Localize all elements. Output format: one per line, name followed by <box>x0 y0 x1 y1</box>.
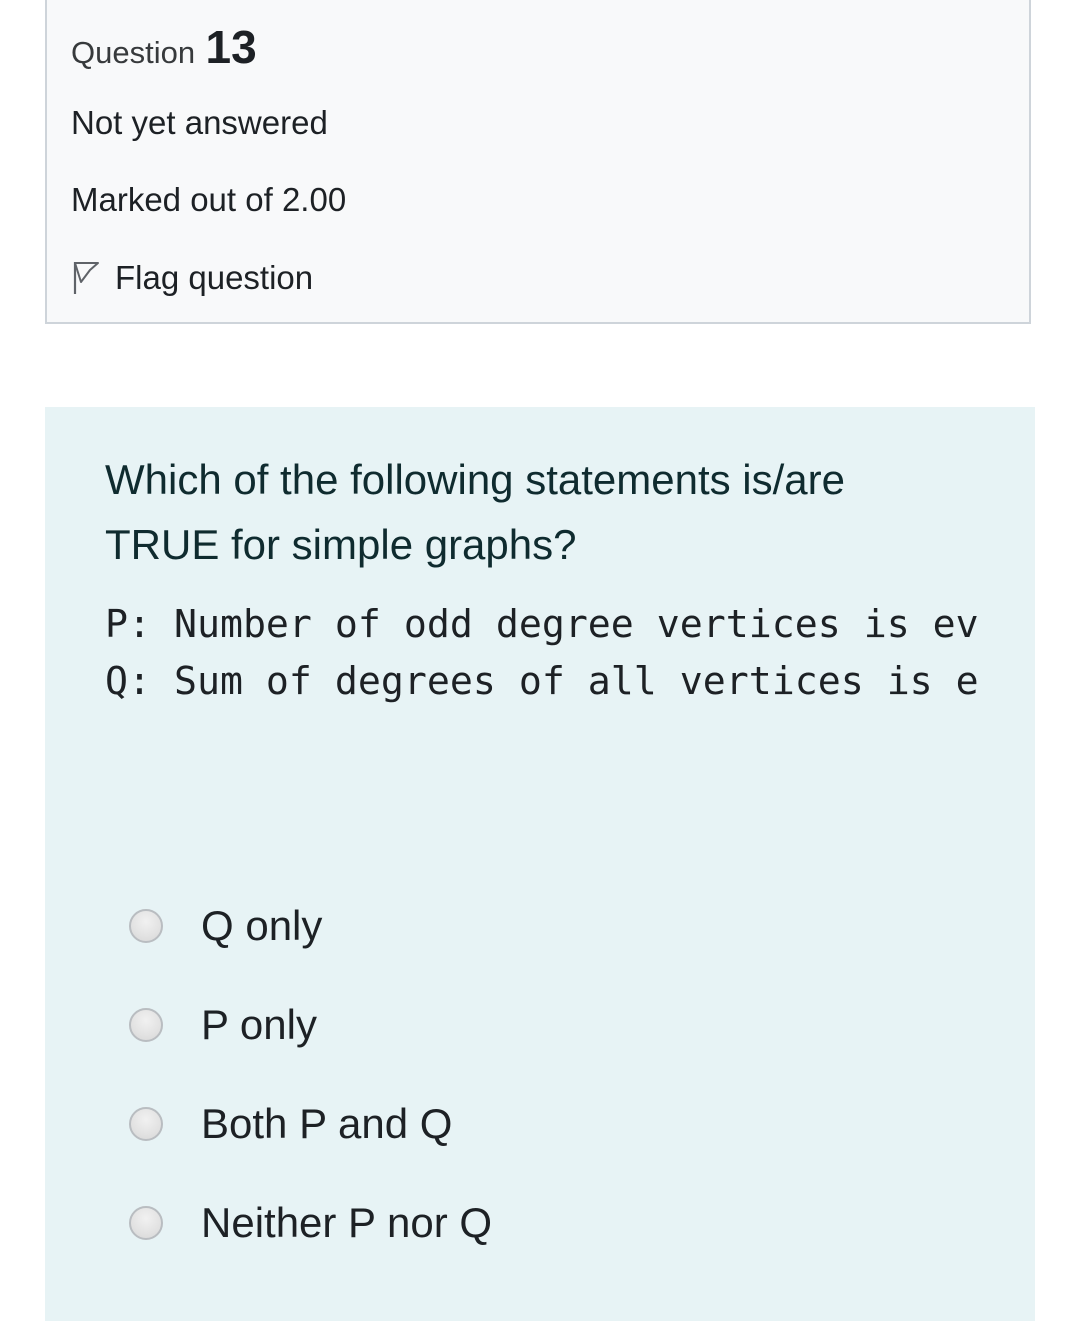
statement-block: P: Number of odd degree vertices is even… <box>105 597 977 711</box>
question-heading: Question 13 <box>71 20 257 74</box>
question-text: Which of the following statements is/are… <box>105 456 846 568</box>
question-formulation: Which of the following statements is/are… <box>45 407 1035 1321</box>
statement-q: Q: Sum of degrees of all vertices is eve… <box>105 660 977 704</box>
answer-label[interactable]: Neither P nor Q <box>201 1199 492 1247</box>
answer-label[interactable]: P only <box>201 1001 317 1049</box>
answer-option-both[interactable]: Both P and Q <box>129 1094 452 1154</box>
question-label: Question <box>71 35 196 70</box>
answer-label[interactable]: Q only <box>201 902 322 950</box>
answer-label[interactable]: Both P and Q <box>201 1100 452 1148</box>
question-number: 13 <box>205 21 257 73</box>
answer-option-neither[interactable]: Neither P nor Q <box>129 1193 492 1253</box>
question-info-panel: Question 13 Not yet answered Marked out … <box>45 0 1031 324</box>
radio-button[interactable] <box>129 1107 163 1141</box>
flag-icon <box>71 260 101 296</box>
answer-option-q-only[interactable]: Q only <box>129 896 322 956</box>
flag-question-button[interactable]: Flag question <box>71 256 313 300</box>
radio-button[interactable] <box>129 1206 163 1240</box>
radio-button[interactable] <box>129 909 163 943</box>
flag-question-label: Flag question <box>115 259 314 296</box>
question-grade: Marked out of 2.00 <box>71 181 347 218</box>
answer-option-p-only[interactable]: P only <box>129 995 317 1055</box>
question-state: Not yet answered <box>71 104 328 141</box>
statement-p: P: Number of odd degree vertices is even <box>105 603 977 647</box>
radio-button[interactable] <box>129 1008 163 1042</box>
